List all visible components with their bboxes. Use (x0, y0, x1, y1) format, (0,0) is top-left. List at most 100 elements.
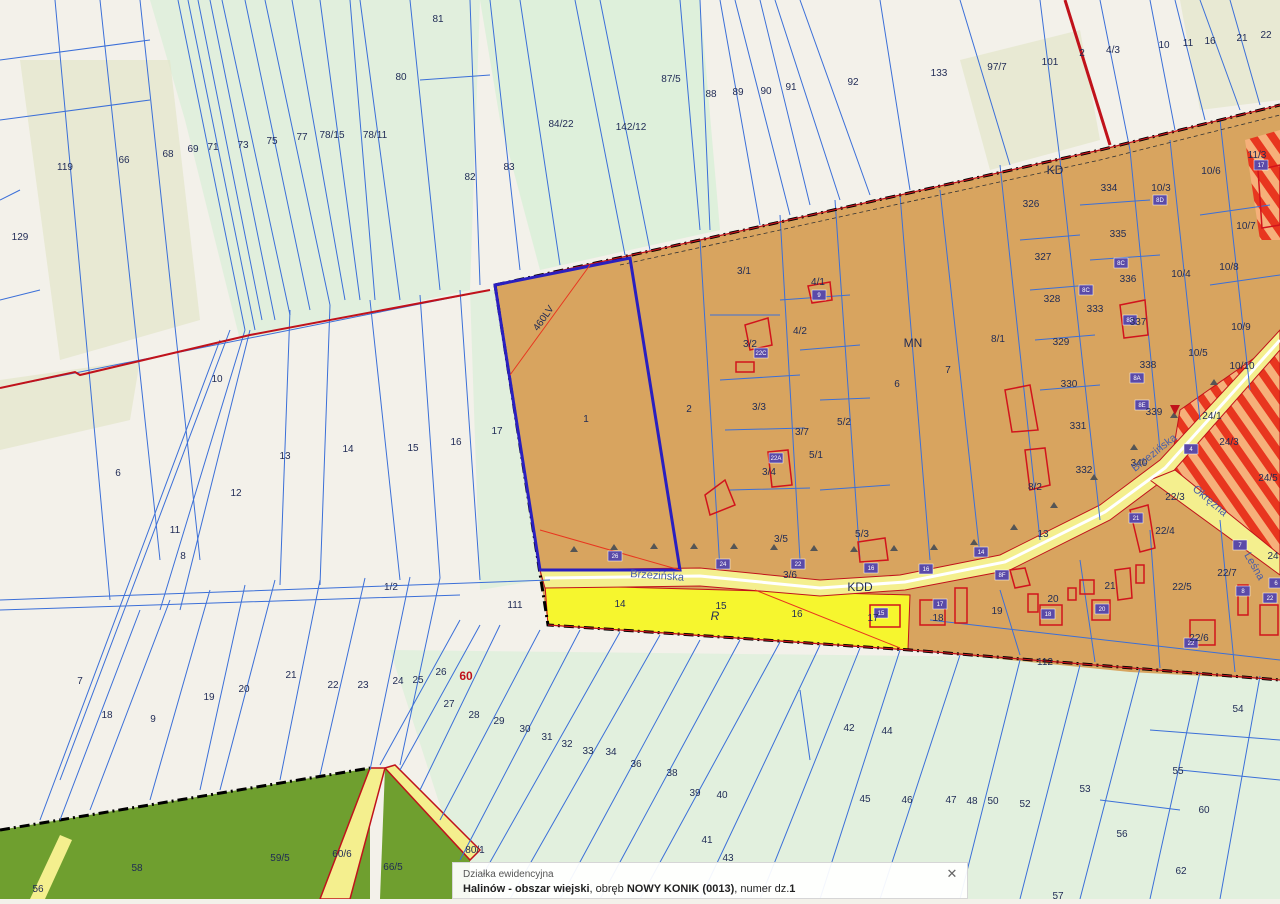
parcel-label: 6 (894, 379, 900, 390)
building-badge-label: 18 (1045, 612, 1052, 618)
parcel-label: 335 (1110, 229, 1127, 240)
building-badge: 26 (607, 550, 623, 562)
parcel-label: 28 (468, 710, 480, 721)
parcel-label: 10/10 (1229, 361, 1254, 372)
parcel-label: 15 (407, 443, 419, 454)
parcel-label: 97/7 (987, 62, 1007, 73)
parcel-label: 10/6 (1201, 166, 1221, 177)
parcel-label: 16 (791, 609, 803, 620)
popup-title: Działka ewidencyjna (463, 869, 554, 880)
parcel-label: 3/7 (795, 427, 809, 438)
parcel-label: 32 (561, 739, 573, 750)
parcel-label: 6 (115, 468, 121, 479)
building-badge: 8C (1113, 257, 1129, 269)
parcel-label: 112 (1037, 657, 1053, 668)
parcel-label: 9 (150, 714, 156, 725)
parcel-label: 22 (327, 680, 339, 691)
parcel-label: 66 (118, 155, 130, 166)
popup-municipality: Halinów - obszar wiejski (463, 883, 590, 895)
parcel-label: 24/3 (1219, 437, 1239, 448)
parcel-label: 19 (991, 606, 1003, 617)
parcel-label: 27 (443, 699, 455, 710)
parcel-label: 44 (881, 726, 893, 737)
parcel-label: 91 (785, 82, 797, 93)
building-badge: 7 (1232, 539, 1248, 551)
building-badge: 22 (790, 558, 806, 570)
parcel-label: 13 (279, 451, 291, 462)
close-icon[interactable]: ✕ (945, 867, 959, 881)
parcel-label: 11 (1183, 38, 1194, 49)
parcel-label: 4/2 (793, 326, 807, 337)
building-badge: 21 (1128, 512, 1144, 524)
parcel-label: 13 (1037, 529, 1049, 540)
parcel-label: 101 (1042, 57, 1059, 68)
parcel-label: 31 (541, 732, 553, 743)
zone-label-kdd: KDD (847, 580, 873, 594)
parcel-label: 21 (1236, 33, 1248, 44)
parcel-label: 16 (1204, 36, 1216, 47)
parcel-label: 1/2 (384, 582, 398, 593)
parcel-label: 56 (1116, 829, 1128, 840)
parcel-label: 3/5 (774, 534, 788, 545)
parcel-label: 4/3 (1106, 45, 1120, 56)
building-badge: 22 (1262, 592, 1278, 604)
parcel-label: 331 (1070, 421, 1087, 432)
parcel-label: 39 (689, 788, 701, 799)
building-badge: 4 (1183, 443, 1199, 455)
building-badge-label: 22 (1267, 596, 1274, 602)
parcel-label: 88 (705, 89, 717, 100)
parcel-label: 14 (614, 599, 626, 610)
parcel-label: 3/2 (743, 339, 757, 350)
parcel-label: 78/11 (363, 130, 388, 141)
parcel-label: 53 (1079, 784, 1091, 795)
parcel-label: 80 (395, 72, 407, 83)
parcel-label: 23 (357, 680, 369, 691)
building-badge: 16 (863, 562, 879, 574)
parcel-label: 17 (491, 426, 503, 437)
building-badge-label: 22C (755, 351, 767, 357)
parcel-label: 24 (392, 676, 404, 687)
parcel-label: 3/1 (737, 266, 751, 277)
parcel-label: 7 (77, 676, 83, 687)
parcel-label: 8/1 (991, 334, 1005, 345)
parcel-label: 16 (450, 437, 462, 448)
building-badge: 20 (1094, 603, 1110, 615)
parcel-label: 5/3 (855, 529, 869, 540)
parcel-label: 20 (1047, 594, 1059, 605)
parcel-label: 75 (266, 136, 278, 147)
building-badge-label: 8D (1156, 198, 1164, 204)
parcel-label: 78/15 (319, 130, 344, 141)
map-canvas[interactable]: 26 24 22 16 16 14 8C 8A 8B 8C 8D 8E 8F 22A 22C 4 17 17 15 1… (0, 0, 1280, 902)
parcel-label: 10 (1158, 40, 1170, 51)
parcel-label: 1 (583, 414, 589, 425)
building-badge-label: 8F (998, 573, 1005, 579)
parcel-label: 19 (203, 692, 215, 703)
parcel-label: 133 (931, 68, 948, 79)
parcel-label: 66/5 (383, 862, 403, 873)
parcel-label: 90 (760, 86, 772, 97)
building-badge: 8D (1152, 194, 1168, 206)
parcel-label: 5/2 (837, 417, 851, 428)
parcel-label: 25 (412, 675, 424, 686)
parcel-label: 8 (180, 551, 186, 562)
parcel-label: 3/3 (752, 402, 766, 413)
parcel-label: 11/3 (1248, 150, 1267, 161)
parcel-label: 81 (432, 14, 444, 25)
parcel-label: 69 (187, 144, 199, 155)
parcel-label: 21 (1104, 581, 1116, 592)
building-badge-label: 21 (1133, 516, 1140, 522)
parcel-label: 338 (1140, 360, 1157, 371)
parcel-label: 80/1 (465, 845, 485, 856)
parcel-label: 60 (1198, 805, 1210, 816)
parcel-label: 92 (847, 77, 859, 88)
building-badge-label: 8A (1133, 376, 1140, 382)
building-badge-label: 15 (878, 611, 885, 617)
building-badge-label: 17 (1258, 163, 1265, 169)
parcel-label: 84/22 (548, 119, 573, 130)
building-badge: 8C (1078, 284, 1094, 296)
parcel-label: 40 (716, 790, 728, 801)
parcel-label: 2 (1079, 48, 1085, 59)
building-badge-label: 8E (1138, 403, 1145, 409)
parcel-label: 10/8 (1219, 262, 1239, 273)
parcel-label: 59/5 (270, 853, 290, 864)
